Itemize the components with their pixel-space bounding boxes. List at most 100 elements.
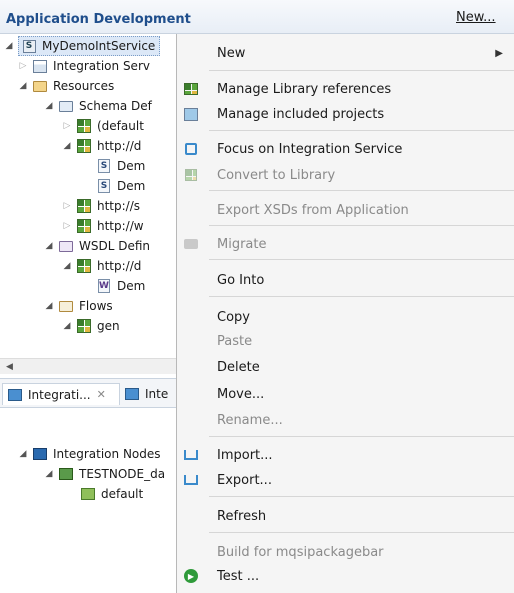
tree-item-wsdl-file[interactable]: W Dem — [96, 276, 145, 296]
menu-item-move[interactable]: Move... — [177, 383, 514, 405]
tree-item-label: Dem — [117, 159, 146, 173]
namespace-icon — [76, 198, 92, 214]
tree-item-wsdl-namespace[interactable]: ◢ http://d — [62, 256, 141, 276]
tree-item-label: TESTNODE_da — [79, 467, 166, 481]
tree-item-wsdl-definitions[interactable]: ◢ WSDL Defin — [44, 236, 150, 256]
menu-item-convert-to-library[interactable]: Convert to Library — [177, 164, 514, 186]
tree-item-label: Integration Serv — [53, 59, 150, 73]
menu-item-delete[interactable]: Delete — [177, 356, 514, 378]
tree-item-integration-nodes[interactable]: ◢ Integration Nodes — [18, 444, 161, 464]
tree-item-label: http://d — [97, 139, 142, 153]
service-project-icon: S — [21, 38, 37, 54]
menu-separator — [209, 296, 514, 297]
expanded-arrow-icon[interactable]: ◢ — [18, 81, 28, 91]
tree-item-http-s-namespace[interactable]: ▷ http://s — [62, 196, 140, 216]
expanded-arrow-icon[interactable]: ◢ — [44, 101, 54, 111]
menu-item-label: Convert to Library — [217, 167, 336, 183]
tree-item-flows[interactable]: ◢ Flows — [44, 296, 113, 316]
included-projects-icon — [183, 106, 199, 122]
submenu-arrow-icon: ▶ — [495, 47, 503, 59]
menu-item-manage-library-references[interactable]: Manage Library references — [177, 78, 514, 100]
menu-item-label: Focus on Integration Service — [217, 141, 403, 157]
tree-item-http-w-namespace[interactable]: ▷ http://w — [62, 216, 144, 236]
menu-item-label: Export... — [217, 472, 272, 488]
integration-nodes-tree: ◢ Integration Nodes ◢ TESTNODE_da defaul… — [0, 408, 176, 593]
node-icon — [58, 466, 74, 482]
expanded-arrow-icon[interactable]: ◢ — [44, 241, 54, 251]
tree-item-label: Flows — [79, 299, 113, 313]
project-tree: ◢ S MyDemoIntService ▷ Integration Serv … — [0, 34, 176, 370]
tree-item-label: MyDemoIntService — [42, 39, 156, 53]
tree-item-testnode[interactable]: ◢ TESTNODE_da — [44, 464, 166, 484]
menu-item-export[interactable]: Export... — [177, 469, 514, 491]
tree-item-label: (default — [97, 119, 144, 133]
tree-item-default-namespace[interactable]: ▷ (default — [62, 116, 144, 136]
tab-integration-other[interactable]: Inte — [120, 383, 176, 405]
tree-item-schema-definitions[interactable]: ◢ Schema Def — [44, 96, 152, 116]
tree-item-schema-file-1[interactable]: S Dem — [96, 156, 145, 176]
lower-view-tabs: Integrati... ✕ Inte — [0, 378, 176, 408]
namespace-icon — [76, 318, 92, 334]
menu-item-export-xsds[interactable]: Export XSDs from Application — [177, 199, 514, 221]
tab-integration-explorer[interactable]: Integrati... ✕ — [2, 383, 120, 405]
convert-library-icon — [183, 167, 199, 183]
view-title: Application Development — [6, 12, 191, 27]
wsdl-file-icon: W — [98, 279, 110, 293]
tab-label: Integrati... — [28, 387, 91, 402]
menu-separator — [209, 436, 514, 437]
collapsed-arrow-icon[interactable]: ▷ — [62, 201, 72, 211]
folder-icon — [32, 78, 48, 94]
menu-item-label: Paste — [217, 333, 253, 349]
tree-item-gen[interactable]: ◢ gen — [62, 316, 120, 336]
menu-separator — [209, 190, 514, 191]
tree-item-resources[interactable]: ◢ Resources — [18, 76, 115, 96]
collapsed-arrow-icon[interactable]: ▷ — [62, 121, 72, 131]
menu-item-label: Copy — [217, 309, 250, 325]
expanded-arrow-icon[interactable]: ◢ — [44, 469, 54, 479]
migrate-icon — [183, 236, 199, 252]
expanded-arrow-icon[interactable]: ◢ — [62, 261, 72, 271]
collapsed-arrow-icon[interactable]: ▷ — [62, 221, 72, 231]
menu-item-rename[interactable]: Rename... — [177, 409, 514, 431]
expanded-arrow-icon[interactable]: ◢ — [62, 141, 72, 151]
tree-item-mydemointservice[interactable]: ◢ S MyDemoIntService — [4, 36, 161, 56]
tree-item-http-d-namespace[interactable]: ◢ http://d — [62, 136, 141, 156]
new-link[interactable]: New... — [456, 10, 496, 25]
menu-item-label: Export XSDs from Application — [217, 202, 409, 218]
menu-item-paste[interactable]: Paste — [177, 330, 514, 352]
close-icon[interactable]: ✕ — [97, 388, 106, 401]
menu-item-manage-included-projects[interactable]: Manage included projects — [177, 103, 514, 125]
collapsed-arrow-icon[interactable]: ▷ — [18, 61, 28, 71]
tree-item-label: http://s — [97, 199, 141, 213]
scroll-left-icon[interactable]: ◀ — [6, 362, 13, 372]
tree-item-label: Integration Nodes — [53, 447, 161, 461]
menu-item-test[interactable]: ▶ Test ... — [177, 565, 514, 587]
menu-item-focus-on-integration-service[interactable]: Focus on Integration Service — [177, 138, 514, 160]
menu-item-go-into[interactable]: Go Into — [177, 269, 514, 291]
flows-folder-icon — [58, 298, 74, 314]
tree-item-integration-service[interactable]: ▷ Integration Serv — [18, 56, 150, 76]
menu-item-migrate[interactable]: Migrate — [177, 233, 514, 255]
menu-item-label: Rename... — [217, 412, 283, 428]
expanded-arrow-icon[interactable]: ◢ — [44, 301, 54, 311]
integration-explorer-icon — [124, 386, 140, 402]
menu-item-refresh[interactable]: Refresh — [177, 505, 514, 527]
tree-item-schema-file-2[interactable]: S Dem — [96, 176, 145, 196]
namespace-icon — [76, 218, 92, 234]
horizontal-scrollbar[interactable]: ◀ — [0, 358, 176, 374]
menu-separator — [209, 259, 514, 260]
menu-item-label: Import... — [217, 447, 273, 463]
tree-item-default-server[interactable]: default — [80, 484, 143, 504]
menu-item-label: Refresh — [217, 508, 267, 524]
menu-item-label: Move... — [217, 386, 265, 402]
menu-item-import[interactable]: Import... — [177, 444, 514, 466]
expanded-arrow-icon[interactable]: ◢ — [18, 449, 28, 459]
menu-item-build-for-mqsipackagebar[interactable]: Build for mqsipackagebar — [177, 541, 514, 563]
menu-separator — [209, 225, 514, 226]
expanded-arrow-icon[interactable]: ◢ — [62, 321, 72, 331]
menu-item-new[interactable]: New ▶ — [177, 42, 514, 64]
menu-item-label: Go Into — [217, 272, 265, 288]
menu-item-copy[interactable]: Copy — [177, 306, 514, 328]
tree-item-label: Dem — [117, 279, 146, 293]
expanded-arrow-icon[interactable]: ◢ — [4, 41, 14, 51]
